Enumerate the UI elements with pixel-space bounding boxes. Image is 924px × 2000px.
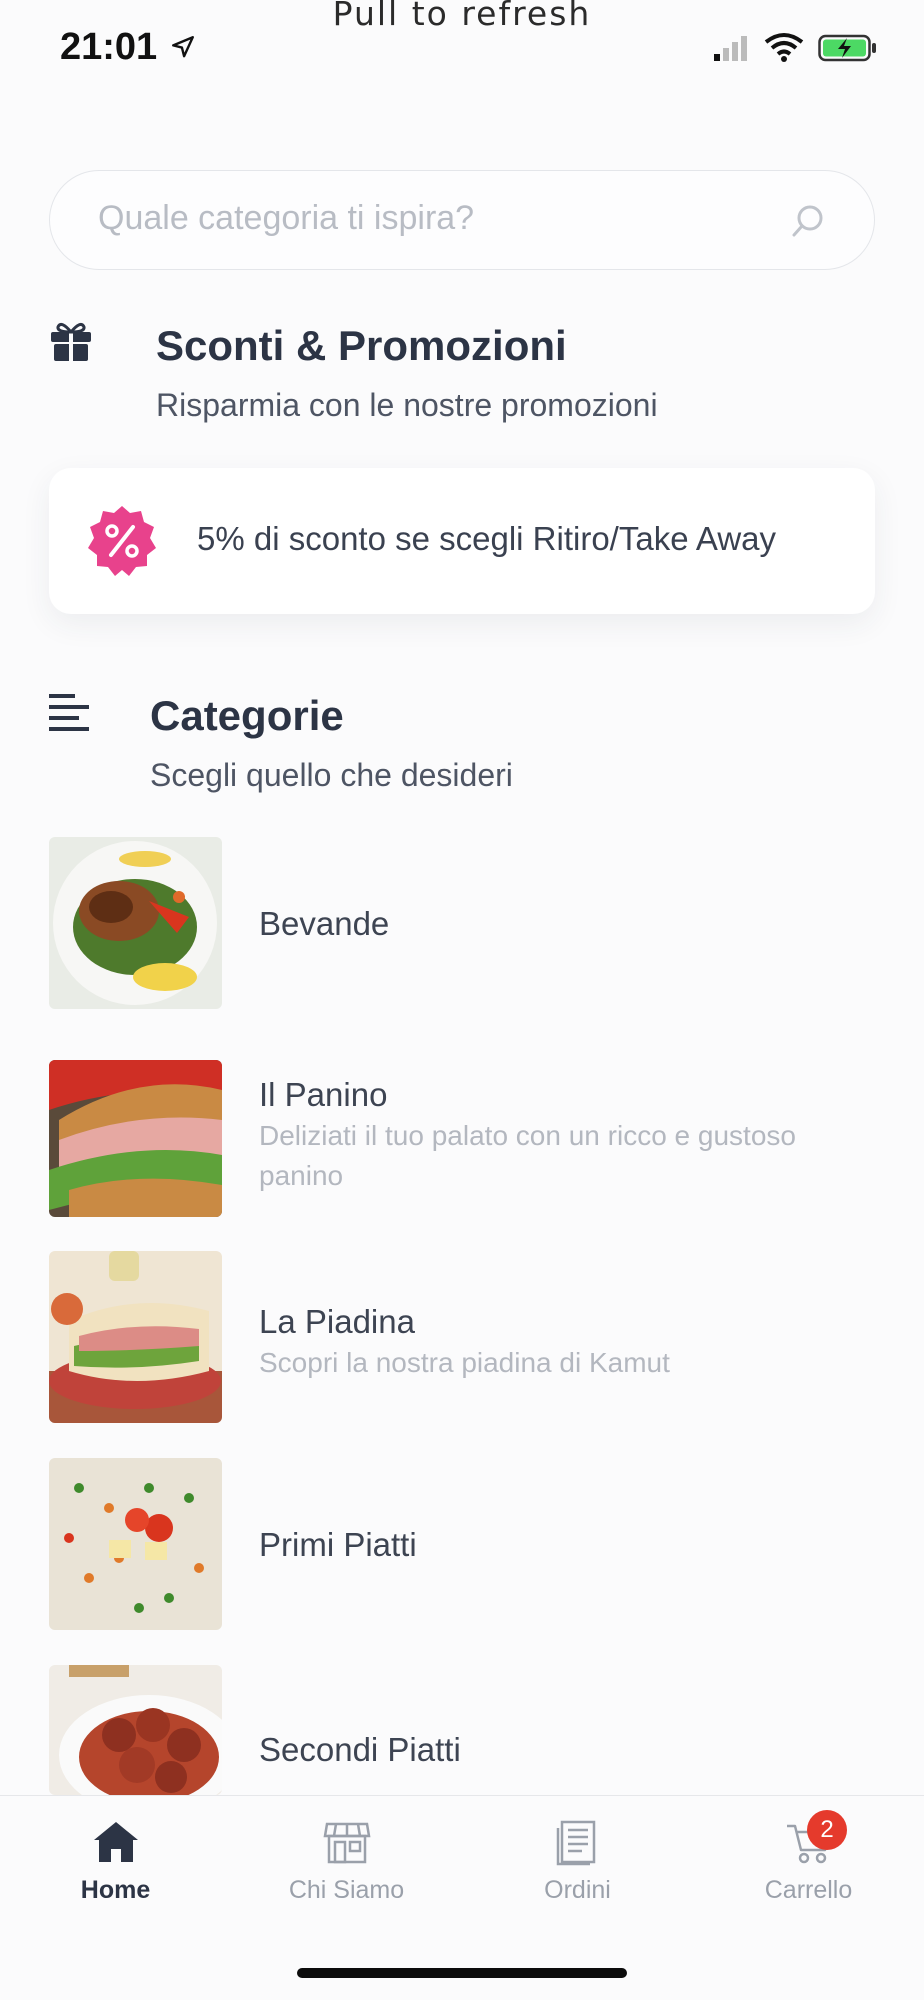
- category-name: Primi Piatti: [259, 1526, 417, 1563]
- status-bar: Pull to refresh 21:01: [0, 0, 924, 90]
- wifi-icon: [764, 33, 804, 62]
- category-name: Il Panino: [259, 1076, 388, 1113]
- promotion-card[interactable]: 5% di sconto se scegli Ritiro/Take Away: [49, 468, 875, 614]
- location-arrow-icon: [172, 36, 194, 58]
- battery-charging-icon: [818, 34, 876, 62]
- tab-label: Chi Siamo: [288, 1876, 405, 1904]
- category-description: Scopri la nostra piadina di Kamut: [259, 1347, 670, 1378]
- discount-percent-icon: [88, 506, 156, 576]
- gift-icon: [51, 322, 91, 361]
- tab-home[interactable]: Home: [0, 1796, 231, 1936]
- cart-count-badge: 2: [807, 1810, 847, 1850]
- promotion-text: 5% di sconto se scegli Ritiro/Take Away: [197, 520, 776, 557]
- category-image-bevande: [49, 837, 222, 1009]
- tab-ordini[interactable]: Ordini: [462, 1796, 693, 1936]
- tab-chi-siamo[interactable]: Chi Siamo: [231, 1796, 462, 1936]
- tab-carrello[interactable]: Carrello: [693, 1796, 924, 1936]
- categories-subtitle: Scegli quello che desideri: [150, 757, 513, 793]
- category-image-primi-piatti: [49, 1458, 222, 1630]
- promotions-subtitle: Risparmia con le nostre promozioni: [156, 387, 658, 423]
- tab-label: Carrello: [764, 1876, 853, 1904]
- tab-label: Home: [80, 1876, 151, 1904]
- category-image-il-panino: [49, 1060, 222, 1217]
- receipt-icon: [556, 1820, 596, 1866]
- category-item-secondi-piatti[interactable]: Secondi Piatti: [49, 1665, 875, 1795]
- status-time: 21:01: [60, 26, 158, 68]
- home-indicator[interactable]: [297, 1968, 627, 1978]
- category-search-input[interactable]: [98, 199, 748, 238]
- categories-title: Categorie: [150, 692, 344, 739]
- category-name: Bevande: [259, 905, 390, 942]
- category-name: La Piadina: [259, 1303, 415, 1340]
- category-search-bar[interactable]: [49, 170, 875, 270]
- promotions-title: Sconti & Promozioni: [156, 322, 567, 369]
- category-image-la-piadina: [49, 1251, 222, 1423]
- tab-label: Ordini: [544, 1876, 611, 1904]
- category-description: Deliziati il tuo palato con un ricco e g…: [259, 1120, 796, 1191]
- category-item-la-piadina[interactable]: La Piadina Scopri la nostra piadina di K…: [49, 1251, 875, 1423]
- home-icon: [94, 1822, 138, 1862]
- category-image-secondi-piatti: [49, 1665, 222, 1795]
- cellular-signal-icon: [714, 36, 747, 61]
- search-icon[interactable]: [790, 203, 826, 239]
- store-icon: [323, 1822, 371, 1864]
- category-item-il-panino[interactable]: Il Panino Deliziati il tuo palato con un…: [49, 1060, 875, 1217]
- category-item-primi-piatti[interactable]: Primi Piatti: [49, 1458, 875, 1630]
- category-name: Secondi Piatti: [259, 1731, 461, 1768]
- list-icon: [49, 694, 89, 731]
- category-item-bevande[interactable]: Bevande: [49, 837, 875, 1009]
